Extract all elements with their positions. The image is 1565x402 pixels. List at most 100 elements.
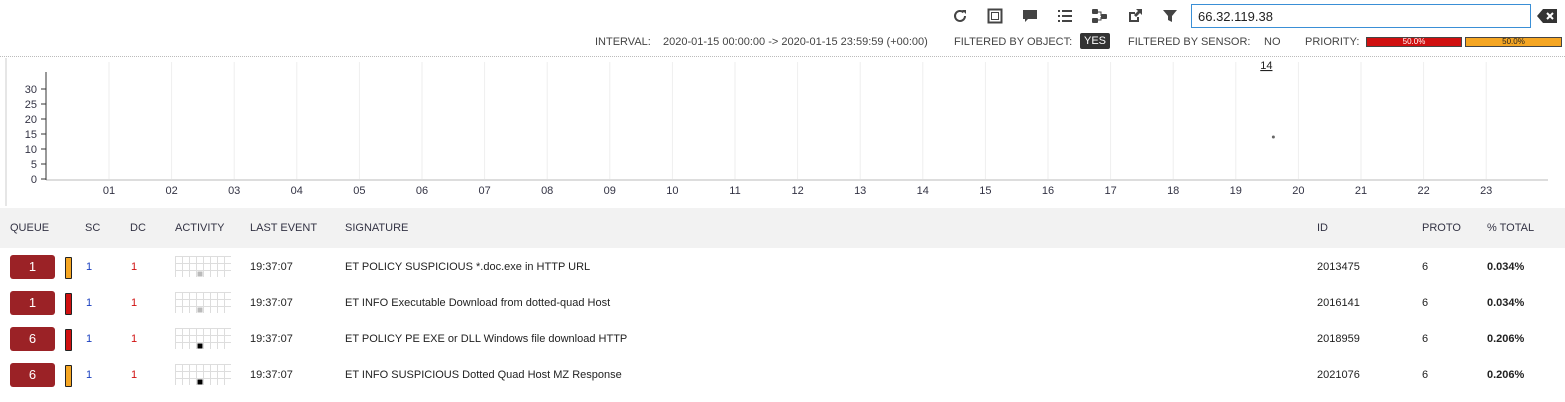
activity-cell: [217, 378, 225, 385]
external-link-icon[interactable]: [1125, 6, 1145, 26]
last-event: 19:37:07: [250, 297, 293, 309]
sc-value[interactable]: 1: [86, 369, 92, 381]
y-tick-label: 10: [25, 144, 37, 156]
table-row[interactable]: 6 1 1 19:37:07 ET INFO SUSPICIOUS Dotted…: [0, 357, 1565, 393]
activity-cell: [182, 292, 190, 300]
priority-indicator: [65, 365, 72, 387]
activity-cell: [189, 263, 197, 271]
queue-button[interactable]: 6: [10, 327, 55, 351]
activity-cell: [175, 342, 183, 349]
activity-cell: [175, 270, 183, 277]
signature-id: 2013475: [1317, 261, 1360, 273]
x-tick-label: 06: [416, 185, 428, 197]
activity-cell: [210, 335, 218, 343]
activity-cell: [210, 371, 218, 379]
activity-cell: [203, 371, 211, 379]
activity-cell: [175, 306, 183, 313]
activity-cell: [182, 263, 190, 271]
col-signature[interactable]: SIGNATURE: [345, 222, 408, 234]
col-total[interactable]: % TOTAL: [1487, 222, 1534, 234]
priority-bar-medium: 50.0%: [1465, 37, 1562, 47]
activity-cell: [189, 292, 197, 300]
y-tick-label: 30: [25, 84, 37, 96]
total-percent: 0.034%: [1487, 297, 1525, 309]
toolbar: [0, 2, 1565, 30]
total-percent: 0.206%: [1487, 369, 1525, 381]
activity-cell: [182, 378, 190, 385]
dc-value[interactable]: 1: [131, 333, 137, 345]
sc-value[interactable]: 1: [86, 297, 92, 309]
activity-cell: [203, 328, 211, 336]
dc-value[interactable]: 1: [131, 261, 137, 273]
activity-cell: [203, 299, 211, 307]
signature[interactable]: ET INFO Executable Download from dotted-…: [345, 297, 610, 309]
queue-button[interactable]: 1: [10, 255, 55, 279]
activity-cell: [224, 335, 231, 343]
activity-cell: [210, 270, 218, 277]
expand-icon[interactable]: [985, 6, 1005, 26]
queue-button[interactable]: 6: [10, 363, 55, 387]
activity-cell: [189, 342, 197, 349]
activity-cell: [189, 299, 197, 307]
refresh-icon[interactable]: [950, 6, 970, 26]
activity-cell: [182, 335, 190, 343]
signature[interactable]: ET POLICY SUSPICIOUS *.doc.exe in HTTP U…: [345, 261, 590, 273]
last-event: 19:37:07: [250, 261, 293, 273]
col-dc[interactable]: DC: [130, 222, 146, 234]
activity-cell: [210, 342, 218, 349]
clear-search-icon[interactable]: [1537, 9, 1557, 23]
share-icon[interactable]: [1090, 6, 1110, 26]
search-input[interactable]: [1191, 4, 1531, 28]
activity-cell: [217, 299, 225, 307]
signature[interactable]: ET POLICY PE EXE or DLL Windows file dow…: [345, 333, 627, 345]
table-row[interactable]: 1 1 1 19:37:07 ET INFO Executable Downlo…: [0, 285, 1565, 321]
dc-value[interactable]: 1: [131, 297, 137, 309]
activity-cell: [224, 306, 231, 313]
filtered-sensor-value: NO: [1264, 36, 1281, 48]
table-row[interactable]: 6 1 1 19:37:07 ET POLICY PE EXE or DLL W…: [0, 321, 1565, 357]
queue-button[interactable]: 1: [10, 291, 55, 315]
activity-cell: [175, 263, 183, 271]
list-icon[interactable]: [1055, 6, 1075, 26]
col-last-event[interactable]: LAST EVENT: [250, 222, 317, 234]
col-sc[interactable]: SC: [85, 222, 100, 234]
activity-cell: [196, 371, 204, 379]
sc-value[interactable]: 1: [86, 333, 92, 345]
table-row[interactable]: 1 1 1 19:37:07 ET POLICY SUSPICIOUS *.do…: [0, 249, 1565, 285]
activity-cell: [175, 292, 183, 300]
activity-cell: [182, 328, 190, 336]
signature-id: 2021076: [1317, 369, 1360, 381]
x-tick-label: 20: [1292, 185, 1304, 197]
activity-cell: [224, 256, 231, 264]
status-bar: INTERVAL: 2020-01-15 00:00:00 -> 2020-01…: [0, 31, 1565, 53]
col-queue[interactable]: QUEUE: [10, 222, 49, 234]
activity-sparkgrid: [175, 256, 231, 277]
activity-cell: [182, 299, 190, 307]
priority-indicator: [65, 293, 72, 315]
signature[interactable]: ET INFO SUSPICIOUS Dotted Quad Host MZ R…: [345, 369, 622, 381]
activity-cell: [189, 335, 197, 343]
activity-cell: [182, 270, 190, 277]
y-tick-label: 15: [25, 129, 37, 141]
activity-cell: [217, 371, 225, 379]
col-activity[interactable]: ACTIVITY: [175, 222, 225, 234]
comment-icon[interactable]: [1020, 6, 1040, 26]
activity-cell: [196, 292, 204, 300]
interval-value: 2020-01-15 00:00:00 -> 2020-01-15 23:59:…: [663, 36, 928, 48]
activity-cell: [224, 328, 231, 336]
activity-cell: [196, 335, 204, 343]
col-proto[interactable]: PROTO: [1422, 222, 1461, 234]
x-tick-label: 22: [1417, 185, 1429, 197]
y-tick-label: 5: [31, 159, 37, 171]
priority-bar-high: 50.0%: [1366, 37, 1462, 47]
filter-icon[interactable]: [1160, 6, 1180, 26]
x-tick-label: 02: [165, 185, 177, 197]
activity-cell: [203, 256, 211, 264]
activity-cell: [182, 256, 190, 264]
col-id[interactable]: ID: [1317, 222, 1328, 234]
sc-value[interactable]: 1: [86, 261, 92, 273]
dc-value[interactable]: 1: [131, 369, 137, 381]
x-tick-label: 04: [291, 185, 303, 197]
filtered-object-badge[interactable]: YES: [1080, 33, 1111, 49]
activity-cell: [224, 292, 231, 300]
